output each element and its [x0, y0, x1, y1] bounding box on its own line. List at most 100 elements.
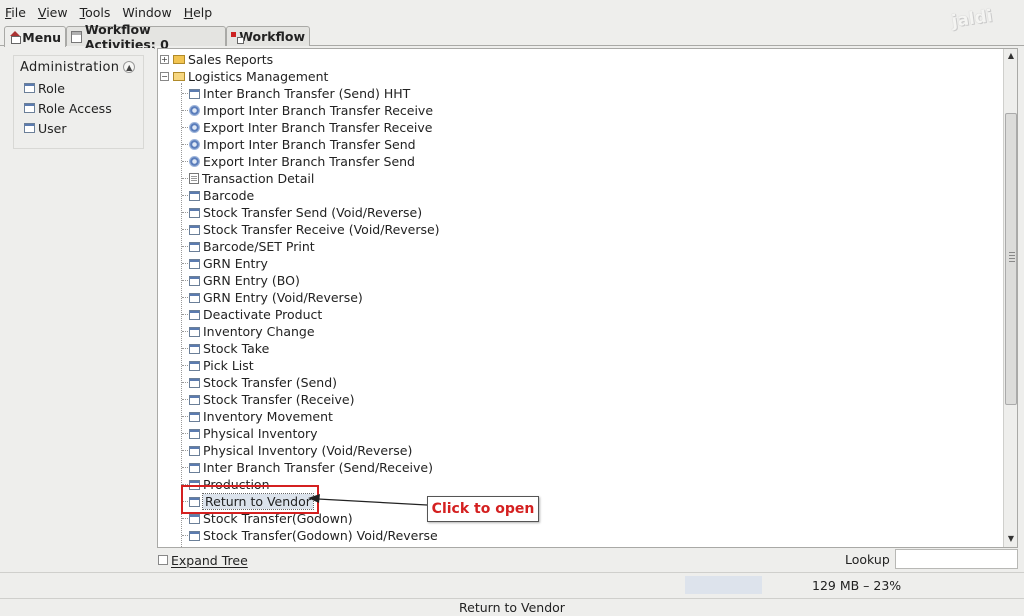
tree-item[interactable]: Pick List [189, 357, 254, 374]
window-icon [24, 103, 35, 113]
tree-item[interactable]: Inter Branch Transfer (Send/Receive) [189, 459, 433, 476]
tree-item[interactable]: Inter Branch Transfer (Send) HHT [189, 85, 410, 102]
sidebar-item-role[interactable]: Role [14, 78, 143, 98]
tree-connector [182, 178, 188, 179]
tree-connector [182, 450, 188, 451]
tree-item[interactable]: Export Inter Branch Transfer Send [189, 153, 415, 170]
tab-workflow-activities-label: Workflow Activities: 0 [84, 21, 169, 52]
tree-item[interactable]: Physical Inventory (Void/Reverse) [189, 442, 412, 459]
tree-item[interactable]: Stock Transfer(Godown) Void/Reverse [189, 527, 438, 544]
window-icon [189, 377, 200, 388]
window-icon [189, 241, 200, 252]
tree-folder-sales-reports[interactable]: + Sales Reports [160, 51, 273, 68]
sidebar-item-role-access[interactable]: Role Access [14, 98, 143, 118]
tab-menu[interactable]: Menu [4, 26, 66, 47]
window-icon [189, 411, 200, 422]
tree-connector [182, 263, 188, 264]
menu-help-mnemonic: H [183, 4, 194, 20]
vertical-scrollbar[interactable]: ▲ ▼ [1003, 49, 1017, 547]
tree-connector [182, 93, 188, 94]
tree-connector [182, 382, 188, 383]
window-icon [189, 207, 200, 218]
gear-icon [189, 122, 200, 133]
tree-connector [182, 297, 188, 298]
tree-item[interactable]: GRN Entry [189, 255, 268, 272]
tree-item[interactable]: Inventory Change [189, 323, 315, 340]
tree-item-label: Stock Transfer Send (Void/Reverse) [203, 205, 423, 220]
tree-connector [182, 280, 188, 281]
lookup-label: Lookup [845, 552, 890, 567]
tree-item[interactable]: Stock Transfer (Send) [189, 374, 337, 391]
tab-menu-label: Menu [22, 29, 61, 45]
tree-connector [182, 127, 188, 128]
sidebar-item-label: Role [38, 80, 65, 96]
expand-icon[interactable]: + [160, 55, 169, 64]
calendar-icon [71, 30, 82, 43]
tab-workflow[interactable]: Workflow [226, 26, 310, 46]
window-icon [24, 123, 35, 133]
sidebar-item-user[interactable]: User [14, 118, 143, 138]
tree-connector [182, 246, 188, 247]
tree-item-label: Stock Transfer(Godown) Void/Reverse [203, 528, 438, 543]
menu-window[interactable]: Window [116, 5, 177, 20]
collapse-tree-icon[interactable]: − [160, 72, 169, 81]
tree-item[interactable]: Deactivate Product [189, 306, 322, 323]
menu-view[interactable]: View [32, 5, 74, 20]
tree-item[interactable]: Inventory Movement [189, 408, 333, 425]
tab-bar: Menu Workflow Activities: 0 Workflow [0, 22, 1024, 52]
window-icon [189, 88, 200, 99]
tree-folder-logistics-management[interactable]: − Logistics Management [160, 68, 328, 85]
tree-item[interactable]: Stock Transfer Receive (Void/Reverse) [189, 221, 440, 238]
tree-item[interactable]: Transaction Detail [189, 170, 314, 187]
menu-help[interactable]: Help [178, 5, 219, 20]
tree-item[interactable]: Physical Inventory [189, 425, 318, 442]
folder-open-icon [173, 72, 185, 81]
tree-item[interactable]: GRN Entry (BO) [189, 272, 300, 289]
workflow-icon [231, 31, 245, 44]
tree-item-label: Physical Inventory [203, 426, 318, 441]
tab-workflow-activities[interactable]: Workflow Activities: 0 [66, 22, 226, 52]
window-icon [189, 190, 200, 201]
window-icon [189, 462, 200, 473]
scrollbar-thumb[interactable] [1005, 113, 1017, 405]
sidebar: Administration ▲ Role Role Access User [4, 48, 154, 568]
scroll-down-icon[interactable]: ▼ [1005, 533, 1017, 545]
collapse-icon[interactable]: ▲ [123, 61, 136, 73]
expand-tree-toggle[interactable]: Expand Tree [158, 552, 248, 568]
window-icon [189, 513, 200, 524]
tree-connector [182, 365, 188, 366]
highlight-box [181, 485, 319, 514]
scroll-up-icon[interactable]: ▲ [1005, 50, 1017, 62]
tree-connector [182, 212, 188, 213]
window-icon [189, 394, 200, 405]
window-icon [189, 224, 200, 235]
tree-item-label: Stock Transfer (Receive) [203, 392, 355, 407]
tree-item[interactable]: GRN Entry (Void/Reverse) [189, 289, 363, 306]
menu-window-label: Window [122, 4, 172, 20]
tree-connector [182, 399, 188, 400]
administration-panel: Administration ▲ Role Role Access User [13, 55, 144, 149]
tree-item[interactable]: Export Inter Branch Transfer Receive [189, 119, 432, 136]
arrow-icon [308, 494, 428, 506]
tree-item[interactable]: Stock Transfer Send (Void/Reverse) [189, 204, 422, 221]
expand-tree-checkbox[interactable] [158, 555, 168, 565]
menu-help-rest: elp [193, 4, 213, 20]
tree-folder-label: Logistics Management [188, 69, 329, 84]
window-icon [189, 530, 200, 541]
tree-item-label: Barcode [203, 188, 255, 203]
tree-item[interactable]: Import Inter Branch Transfer Send [189, 136, 416, 153]
menu-file[interactable]: File [0, 5, 32, 20]
menu-tools[interactable]: Tools [74, 5, 117, 20]
tree-connector [182, 161, 188, 162]
tree-item[interactable]: Barcode/SET Print [189, 238, 315, 255]
tree-item[interactable]: Stock Take [189, 340, 269, 357]
lookup-input[interactable] [895, 549, 1018, 569]
sidebar-item-label: Role Access [38, 100, 112, 116]
tree-item[interactable]: Import Inter Branch Transfer Receive [189, 102, 433, 119]
tree-connector [182, 314, 188, 315]
menu-bar: File View Tools Window Help [0, 0, 1024, 24]
tree-item[interactable]: Stock Transfer (Receive) [189, 391, 355, 408]
memory-bar[interactable] [685, 576, 762, 594]
tree-item[interactable]: Barcode [189, 187, 254, 204]
administration-header[interactable]: Administration ▲ [14, 56, 143, 78]
